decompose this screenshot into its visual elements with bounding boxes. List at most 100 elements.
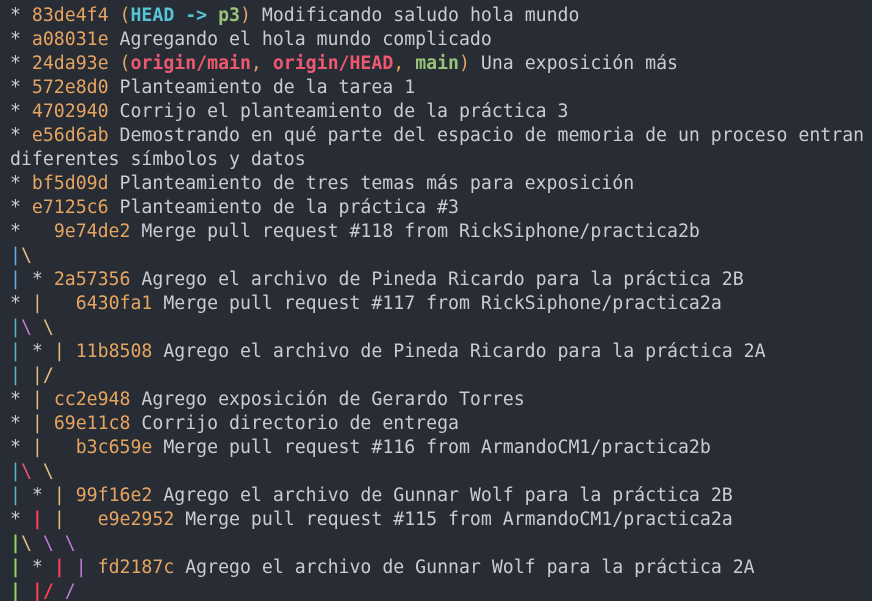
log-line: | * | 11b8508 Agrego el archivo de Pined… xyxy=(10,340,872,364)
commit-hash[interactable]: b3c659e xyxy=(76,437,153,458)
graph-segment: |/ xyxy=(31,365,54,386)
commit-message: Agrego exposición de Gerardo Torres xyxy=(141,389,525,410)
graph-segment: | xyxy=(53,557,76,578)
log-line: * bf5d09d Planteamiento de tres temas má… xyxy=(10,172,872,196)
refs-close-paren: ) xyxy=(240,5,251,26)
log-line: |\ xyxy=(10,244,872,268)
commit-message: Corrijo el planteamiento de la práctica … xyxy=(119,101,569,122)
graph-segment: | xyxy=(31,389,54,410)
graph-segment: | xyxy=(10,341,32,362)
commit-hash[interactable]: bf5d09d xyxy=(32,173,109,194)
commit-hash[interactable]: e9e2952 xyxy=(98,509,175,530)
commit-message: Merge pull request #116 from ArmandoCM1/… xyxy=(163,437,711,458)
commit-hash[interactable]: 4702940 xyxy=(32,101,109,122)
refs-close-paren: ) xyxy=(459,53,470,74)
commit-hash[interactable]: e7125c6 xyxy=(32,197,109,218)
commit-message: Agregando el hola mundo complicado xyxy=(119,29,492,50)
commit-hash[interactable]: fd2187c xyxy=(98,557,175,578)
graph-segment: \ xyxy=(20,245,32,266)
graph-segment: \ xyxy=(20,533,32,554)
commit-hash[interactable]: 83de4f4 xyxy=(32,5,109,26)
commit-message: Corrijo directorio de entrega xyxy=(141,413,459,434)
graph-segment: | xyxy=(53,341,76,362)
commit-message: Planteamiento de la tarea 1 xyxy=(119,77,416,98)
ref-label[interactable]: HEAD xyxy=(130,5,174,26)
log-line: * e56d6ab Demostrando en qué parte del e… xyxy=(10,124,872,172)
log-line: | |/ xyxy=(10,364,872,388)
commit-hash[interactable]: e56d6ab xyxy=(32,125,109,146)
commit-hash[interactable]: 9e74de2 xyxy=(54,221,131,242)
ref-label[interactable]: main xyxy=(415,53,459,74)
graph-segment: | xyxy=(10,245,21,266)
terminal-output[interactable]: * 83de4f4 (HEAD -> p3) Modificando salud… xyxy=(0,0,872,601)
graph-segment: * xyxy=(10,77,32,98)
graph-segment xyxy=(54,581,65,601)
graph-segment: | xyxy=(53,485,76,506)
log-line: | * 2a57356 Agrego el archivo de Pineda … xyxy=(10,268,872,292)
commit-message: Merge pull request #115 from ArmandoCM1/… xyxy=(185,509,733,530)
graph-segment: | xyxy=(75,557,98,578)
graph-segment: | xyxy=(10,485,32,506)
graph-segment: * xyxy=(10,5,32,26)
commit-hash[interactable]: 6430fa1 xyxy=(76,293,153,314)
commit-message: Demostrando en qué parte del espacio de … xyxy=(10,125,865,170)
commit-hash[interactable]: 99f16e2 xyxy=(76,485,153,506)
graph-segment: | xyxy=(10,461,21,482)
log-line: * | | e9e2952 Merge pull request #115 fr… xyxy=(10,508,872,532)
graph-segment: | xyxy=(10,365,32,386)
log-line: |\ \ xyxy=(10,316,872,340)
graph-segment: * xyxy=(10,293,32,314)
commit-hash[interactable]: a08031e xyxy=(32,29,109,50)
graph-segment: * xyxy=(10,29,32,50)
graph-segment: \ xyxy=(64,533,76,554)
log-line: * 9e74de2 Merge pull request #118 from R… xyxy=(10,220,872,244)
graph-segment: | xyxy=(31,413,54,434)
graph-segment: \ xyxy=(20,317,32,338)
commit-message: Merge pull request #118 from RickSiphone… xyxy=(141,221,700,242)
graph-segment: | xyxy=(10,533,21,554)
log-line: * e7125c6 Planteamiento de la práctica #… xyxy=(10,196,872,220)
graph-segment: * xyxy=(31,557,54,578)
commit-message: Agrego el archivo de Pineda Ricardo para… xyxy=(163,341,766,362)
commit-message: Agrego el archivo de Pineda Ricardo para… xyxy=(141,269,744,290)
log-line: * 83de4f4 (HEAD -> p3) Modificando salud… xyxy=(10,4,872,28)
graph-segment: | xyxy=(31,293,43,314)
graph-segment xyxy=(43,437,76,458)
graph-segment: * xyxy=(10,413,32,434)
commit-hash[interactable]: 24da93e xyxy=(32,53,109,74)
ref-label[interactable]: origin/main xyxy=(130,53,250,74)
graph-segment: * xyxy=(31,269,54,290)
ref-label[interactable]: p3 xyxy=(218,5,240,26)
log-line: | |/ / xyxy=(10,580,872,601)
commit-message: Agrego el archivo de Gunnar Wolf para la… xyxy=(185,557,755,578)
log-line: * 572e8d0 Planteamiento de la tarea 1 xyxy=(10,76,872,100)
graph-segment: * xyxy=(10,173,32,194)
commit-hash[interactable]: 2a57356 xyxy=(54,269,131,290)
graph-segment: * xyxy=(31,341,54,362)
commit-hash[interactable]: 11b8508 xyxy=(76,341,153,362)
refs-separator: , xyxy=(393,53,416,74)
commit-hash[interactable]: 69e11c8 xyxy=(54,413,131,434)
commit-hash[interactable]: cc2e948 xyxy=(54,389,131,410)
graph-segment: * xyxy=(31,485,54,506)
graph-segment: * xyxy=(10,101,32,122)
refs-open-paren: ( xyxy=(119,5,131,26)
log-line: * 4702940 Corrijo el planteamiento de la… xyxy=(10,100,872,124)
log-line: |\ \ xyxy=(10,460,872,484)
graph-segment: | xyxy=(10,317,21,338)
head-arrow: -> xyxy=(174,5,219,26)
log-line: * | 69e11c8 Corrijo directorio de entreg… xyxy=(10,412,872,436)
graph-segment: | xyxy=(10,269,32,290)
commit-message: Planteamiento de tres temas más para exp… xyxy=(119,173,635,194)
ref-label[interactable]: origin/HEAD xyxy=(273,53,393,74)
graph-segment: * xyxy=(10,125,32,146)
graph-segment: | xyxy=(31,437,43,458)
commit-hash[interactable]: 572e8d0 xyxy=(32,77,109,98)
log-line: * | 6430fa1 Merge pull request #117 from… xyxy=(10,292,872,316)
graph-segment: * xyxy=(10,53,32,74)
graph-segment: | xyxy=(10,581,32,601)
graph-segment xyxy=(65,509,98,530)
graph-segment: | xyxy=(31,509,54,530)
graph-segment: |/ xyxy=(31,581,54,601)
refs-separator: , xyxy=(250,53,273,74)
